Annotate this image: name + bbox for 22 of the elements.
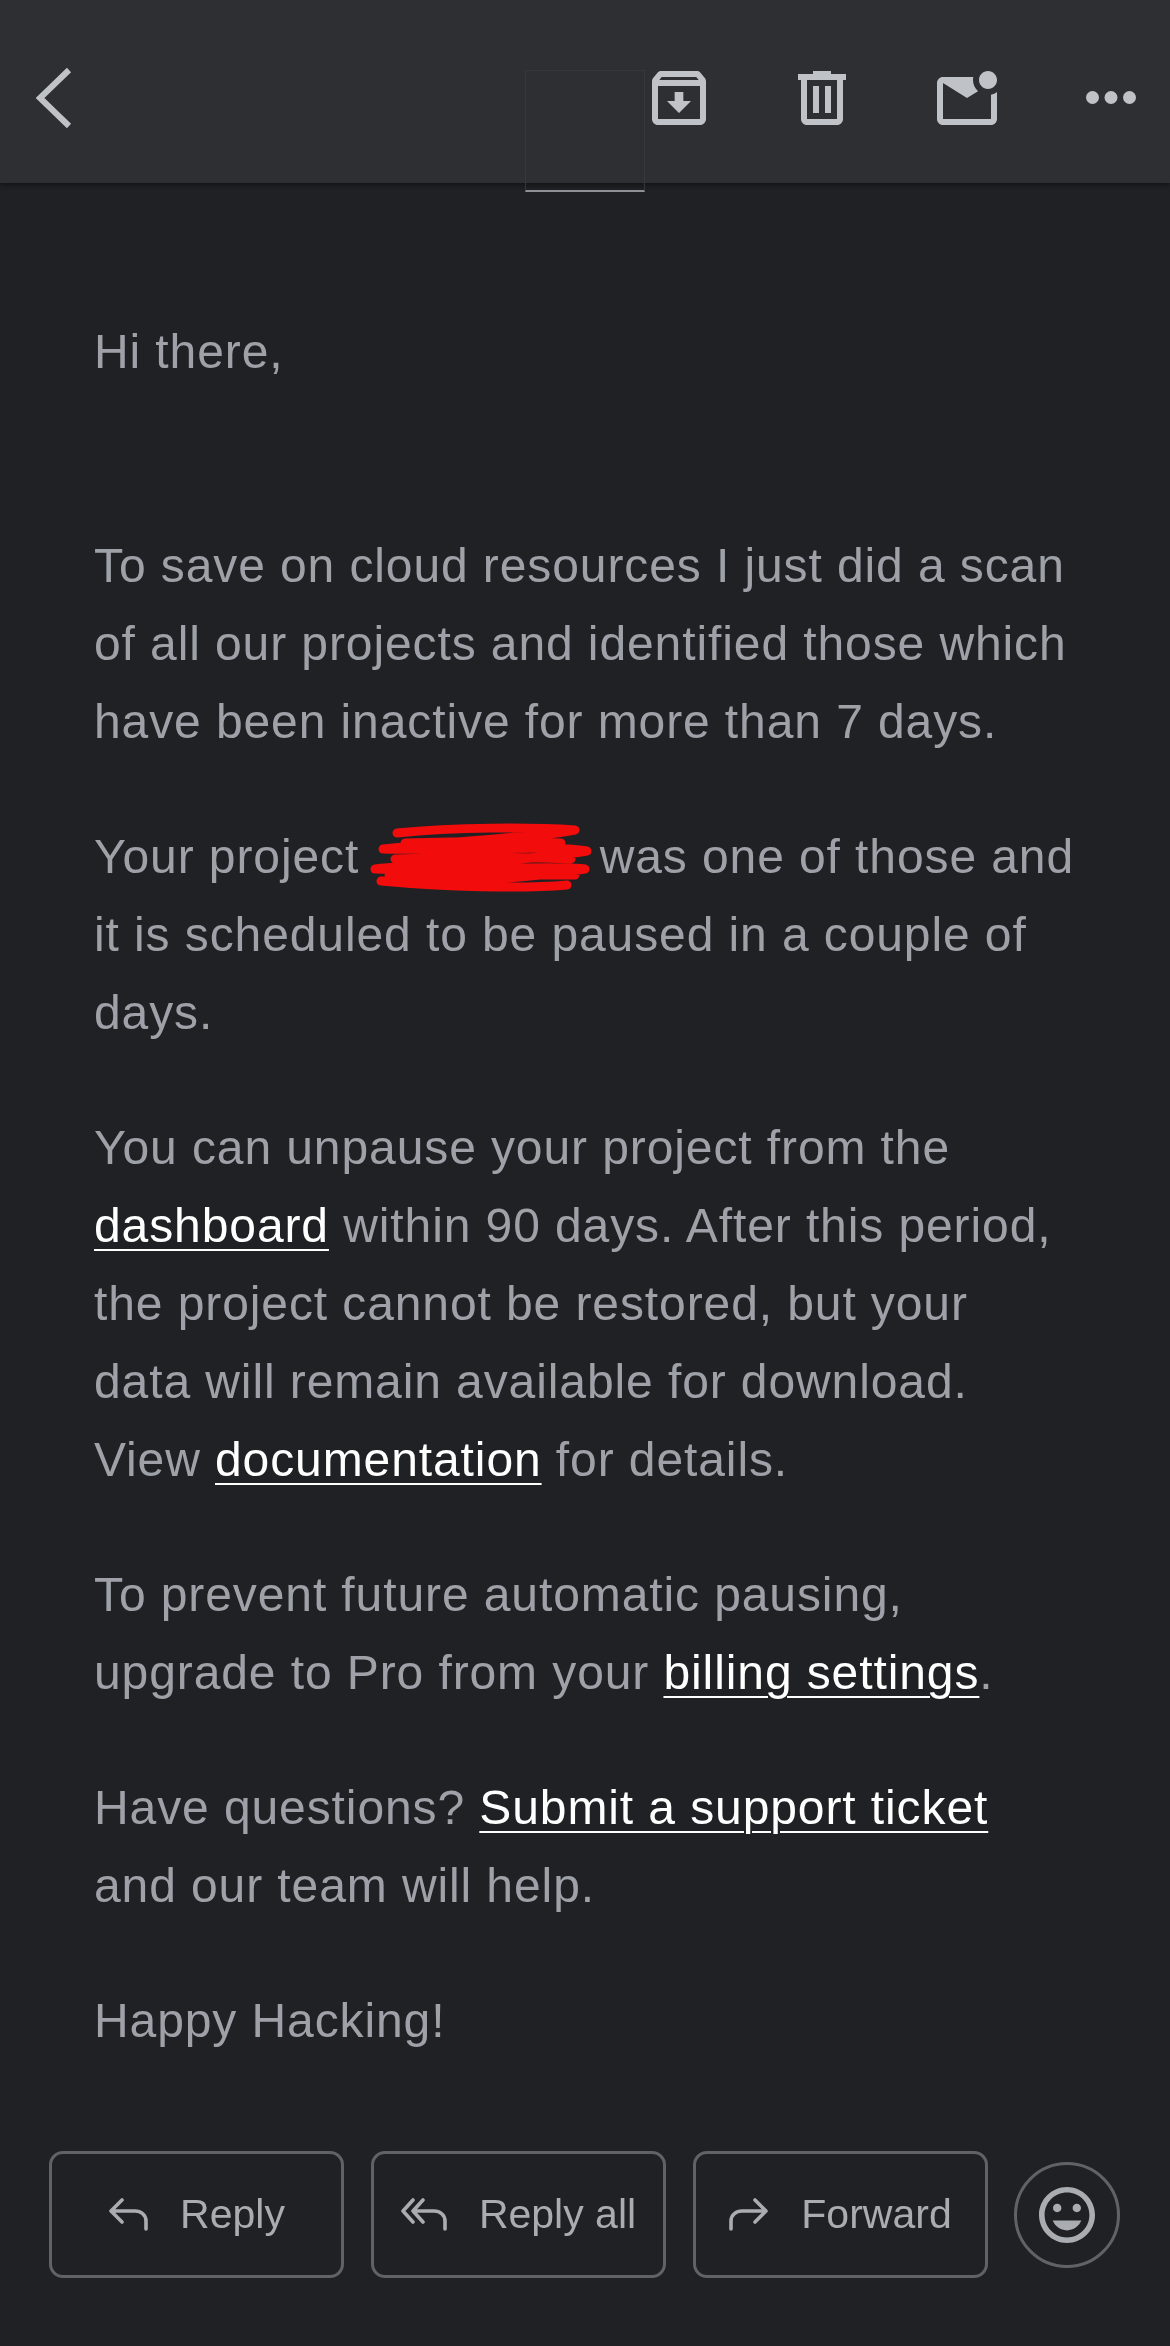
message-paragraph: Have questions? Submit a support ticket and our team will help. <box>94 1780 990 1914</box>
trash-icon <box>798 70 846 125</box>
sign-off-text: Happy Hacking! <box>94 1993 447 2049</box>
inline-link[interactable]: documentation <box>215 1433 542 1486</box>
smiley-icon <box>1039 2186 1095 2243</box>
reply-all-button[interactable]: Reply all <box>371 2151 666 2278</box>
inline-link[interactable]: billing settings <box>663 1646 980 1699</box>
reply-button[interactable]: Reply <box>49 2151 344 2278</box>
message-paragraph: Your project was one of those and it is scheduled to be paused in a couple of days. <box>94 818 1076 1052</box>
inline-link[interactable]: Submit a support ticket <box>479 1781 989 1834</box>
more-icon <box>1086 91 1136 104</box>
forward-arrow-icon <box>729 2198 770 2231</box>
message-paragraph: To save on cloud resources I just did a scan of all our projects and identified those which have been inactive for more than 7 days. <box>94 538 1068 750</box>
message-paragraph: You can unpause your project from the dashboard within 90 days. After this period, the project cannot be restored, but your data will remain available for download. View documentation for details. <box>94 1120 1053 1488</box>
reply-arrow-icon <box>108 2198 149 2231</box>
chevron-left-icon <box>35 66 73 129</box>
greeting-text: Hi there, <box>94 324 285 380</box>
archive-box-icon <box>652 70 706 125</box>
inline-link[interactable]: dashboard <box>94 1199 329 1252</box>
forward-button[interactable]: Forward <box>693 2151 988 2278</box>
message-paragraph: To prevent future automatic pausing, upgrade to Pro from your billing settings. <box>94 1567 995 1701</box>
reply-all-arrow-icon <box>400 2198 447 2231</box>
